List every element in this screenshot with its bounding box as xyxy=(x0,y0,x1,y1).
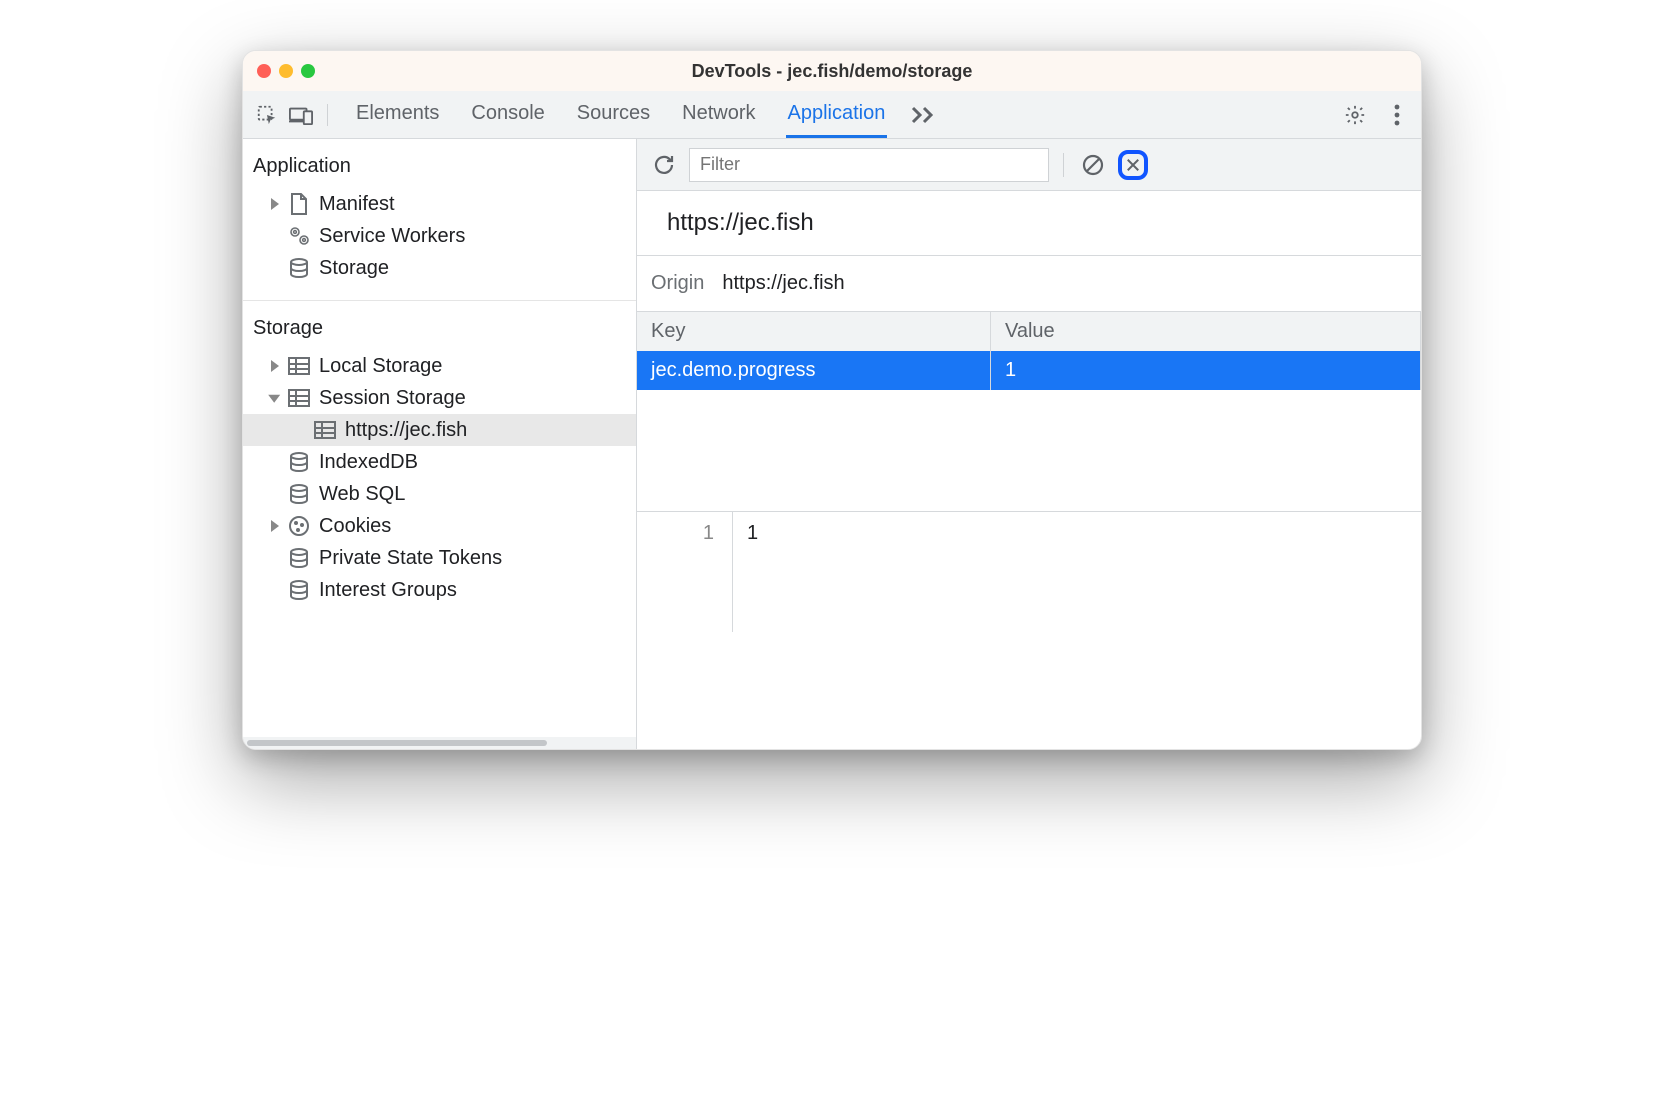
group-storage: Local Storage Session Storage https://je… xyxy=(243,344,636,622)
group-application-title: Application xyxy=(243,151,636,182)
devtools-window: DevTools - jec.fish/demo/storage Element… xyxy=(242,50,1422,750)
sidebar-item-interest-groups[interactable]: Interest Groups xyxy=(243,574,636,606)
sidebar-item-label: Manifest xyxy=(319,193,395,216)
horizontal-scrollbar[interactable] xyxy=(243,737,636,749)
sidebar-item-label: Cookies xyxy=(319,515,391,538)
tab-sources[interactable]: Sources xyxy=(575,92,652,138)
minimize-window-button[interactable] xyxy=(279,64,293,78)
sidebar-item-local-storage[interactable]: Local Storage xyxy=(243,350,636,382)
filter-input[interactable] xyxy=(689,148,1049,182)
sidebar-item-session-storage[interactable]: Session Storage xyxy=(243,382,636,414)
chevron-down-icon xyxy=(268,395,280,403)
sidebar-item-label: Private State Tokens xyxy=(319,547,502,570)
sidebar-item-websql[interactable]: Web SQL xyxy=(243,478,636,510)
sidebar-item-session-storage-origin[interactable]: https://jec.fish xyxy=(243,414,636,446)
database-icon xyxy=(287,578,311,602)
sidebar-item-label: Service Workers xyxy=(319,225,465,248)
close-window-button[interactable] xyxy=(257,64,271,78)
more-tabs-icon[interactable] xyxy=(909,101,937,129)
group-storage-title: Storage xyxy=(243,313,636,344)
database-icon xyxy=(287,546,311,570)
tab-console[interactable]: Console xyxy=(469,92,546,138)
clear-all-icon[interactable] xyxy=(1078,150,1108,180)
sidebar-item-service-workers[interactable]: Service Workers xyxy=(243,220,636,252)
database-icon xyxy=(287,482,311,506)
tab-strip: Elements Console Sources Network Applica… xyxy=(354,92,887,138)
storage-panel: https://jec.fish Origin https://jec.fish… xyxy=(637,139,1421,749)
divider xyxy=(243,300,636,301)
toolbar-right xyxy=(1341,101,1411,129)
table-row[interactable]: jec.demo.progress 1 xyxy=(637,351,1421,390)
col-key[interactable]: Key xyxy=(637,312,991,351)
device-toolbar-icon[interactable] xyxy=(287,101,315,129)
sidebar-item-indexeddb[interactable]: IndexedDB xyxy=(243,446,636,478)
group-application: Manifest Service Workers xyxy=(243,182,636,300)
value-preview: 1 1 xyxy=(637,512,1421,632)
titlebar: DevTools - jec.fish/demo/storage xyxy=(243,51,1421,91)
refresh-icon[interactable] xyxy=(649,150,679,180)
sidebar-item-label: Web SQL xyxy=(319,483,405,506)
gears-icon xyxy=(287,224,311,248)
sidebar-item-label: https://jec.fish xyxy=(345,419,467,442)
tab-elements[interactable]: Elements xyxy=(354,92,441,138)
content-area: Application Manifest xyxy=(243,139,1421,749)
inspect-element-icon[interactable] xyxy=(253,101,281,129)
window-title: DevTools - jec.fish/demo/storage xyxy=(243,61,1421,82)
traffic-lights xyxy=(257,64,315,78)
kebab-menu-icon[interactable] xyxy=(1383,101,1411,129)
table-icon xyxy=(287,386,311,410)
separator xyxy=(1063,153,1064,177)
preview-content: 1 xyxy=(733,512,772,632)
sidebar-item-manifest[interactable]: Manifest xyxy=(243,188,636,220)
devtools-toolbar: Elements Console Sources Network Applica… xyxy=(243,91,1421,139)
application-sidebar: Application Manifest xyxy=(243,139,637,749)
preview-line-number: 1 xyxy=(637,512,733,632)
table-icon xyxy=(313,418,337,442)
tab-network[interactable]: Network xyxy=(680,92,757,138)
sidebar-item-label: Storage xyxy=(319,257,389,280)
cell-key: jec.demo.progress xyxy=(637,351,991,390)
cookie-icon xyxy=(287,514,311,538)
database-icon xyxy=(287,256,311,280)
chevron-right-icon xyxy=(271,360,279,372)
sidebar-item-private-state-tokens[interactable]: Private State Tokens xyxy=(243,542,636,574)
chevron-right-icon xyxy=(271,520,279,532)
origin-heading: https://jec.fish xyxy=(637,191,1421,256)
origin-value: https://jec.fish xyxy=(722,272,844,295)
table-header-row: Key Value xyxy=(637,312,1421,351)
table-icon xyxy=(287,354,311,378)
storage-toolbar xyxy=(637,139,1421,191)
settings-icon[interactable] xyxy=(1341,101,1369,129)
storage-table: Key Value jec.demo.progress 1 xyxy=(637,312,1421,512)
sidebar-item-storage[interactable]: Storage xyxy=(243,252,636,284)
maximize-window-button[interactable] xyxy=(301,64,315,78)
sidebar-item-label: Interest Groups xyxy=(319,579,457,602)
chevron-right-icon xyxy=(271,198,279,210)
tab-application[interactable]: Application xyxy=(786,92,888,138)
sidebar-item-label: IndexedDB xyxy=(319,451,418,474)
delete-selected-icon[interactable] xyxy=(1118,150,1148,180)
sidebar-item-label: Session Storage xyxy=(319,387,466,410)
cell-value: 1 xyxy=(991,351,1421,390)
file-icon xyxy=(287,192,311,216)
separator xyxy=(327,104,328,126)
origin-label: Origin xyxy=(651,272,704,295)
database-icon xyxy=(287,450,311,474)
col-value[interactable]: Value xyxy=(991,312,1421,351)
sidebar-item-label: Local Storage xyxy=(319,355,442,378)
origin-row: Origin https://jec.fish xyxy=(637,256,1421,312)
sidebar-item-cookies[interactable]: Cookies xyxy=(243,510,636,542)
